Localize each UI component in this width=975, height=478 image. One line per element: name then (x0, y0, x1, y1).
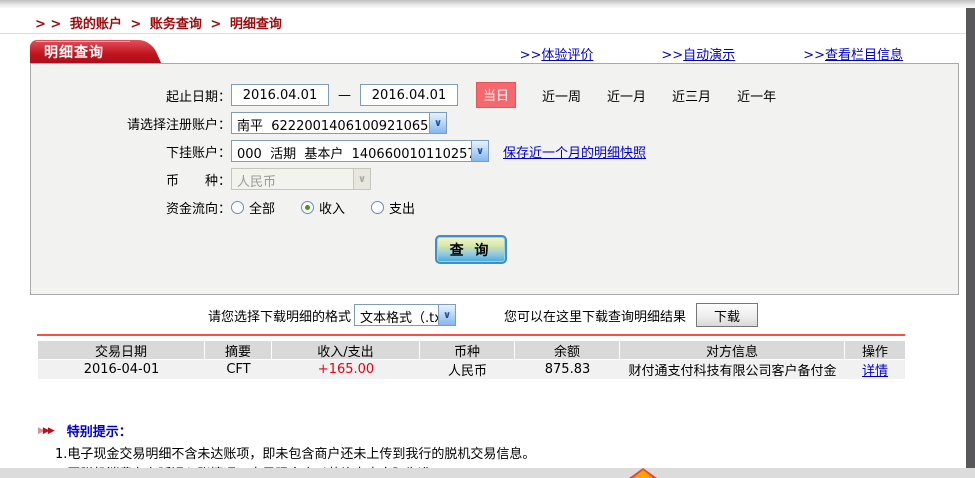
radio-icon (371, 201, 384, 214)
special-notes-header: ▶▶▶ 特别提示： (38, 421, 132, 440)
chevron-down-icon[interactable]: ∨ (471, 141, 488, 161)
window-edge-strip (966, 8, 975, 468)
header-balance: 余额 (515, 341, 620, 359)
link-prefix: >> (803, 48, 825, 63)
fund-flow-radio-all[interactable]: 全部 (231, 198, 275, 217)
breadcrumb-prefix: > > (35, 17, 61, 32)
sub-account-value: 000 活期 基本户 1406600101102571848 (232, 141, 471, 161)
sub-account-select[interactable]: 000 活期 基本户 1406600101102571848 ∨ (231, 140, 489, 162)
link-prefix: >> (520, 48, 542, 63)
last-month-button[interactable]: 近一月 (607, 86, 646, 105)
last-year-button[interactable]: 近一年 (737, 86, 776, 105)
registered-account-value: 南平 6222001406100921065 灵通卡 (232, 113, 429, 133)
download-format-value: 文本格式（.txt） (355, 305, 438, 325)
detail-link[interactable]: 详情 (862, 360, 888, 379)
query-button[interactable]: 查 询 (435, 235, 507, 264)
today-button[interactable]: 当日 (476, 82, 516, 108)
currency-value: 人民币 (232, 169, 353, 189)
link-label: 体验评价 (541, 48, 593, 63)
query-form-panel: 起止日期： — 当日 近一周 近一月 近三月 近一年 请选择注册账户： 南平 6… (30, 63, 959, 295)
results-table: 交易日期 摘要 收入/支出 币种 余额 对方信息 操作 2016-04-01 C… (38, 341, 905, 379)
end-date-input[interactable] (360, 84, 458, 106)
header-action: 操作 (845, 341, 905, 359)
start-date-input[interactable] (231, 84, 329, 106)
window-top-bar (0, 0, 975, 8)
header-amount: 收入/支出 (272, 341, 420, 359)
note-item-1: 1.电子现金交易明细不含未达账项，即未包含商户还未上传到我行的脱机交易信息。 (55, 443, 535, 462)
sub-account-row: 下挂账户： 000 活期 基本户 1406600101102571848 ∨ 保… (31, 140, 958, 162)
fund-flow-radio-expense[interactable]: 支出 (371, 198, 415, 217)
page: > > 我的账户 > 账务查询 > 明细查询 明细查询 >>体验评价 >>自动演… (0, 0, 975, 478)
registered-account-row: 请选择注册账户： 南平 6222001406100921065 灵通卡 ∨ (31, 112, 958, 134)
breadcrumb-item-account-query[interactable]: 账务查询 (150, 17, 202, 32)
last-3-months-button[interactable]: 近三月 (672, 86, 711, 105)
table-top-rule (37, 334, 905, 336)
cell-summary: CFT (205, 360, 272, 379)
triple-arrow-icon: ▶▶▶ (38, 426, 53, 436)
radio-label: 支出 (389, 198, 415, 217)
header-date: 交易日期 (38, 341, 205, 359)
date-separator: — (338, 88, 351, 103)
breadcrumb-item-my-account[interactable]: 我的账户 (70, 17, 122, 32)
link-prefix: >> (661, 48, 683, 63)
download-button[interactable]: 下载 (696, 303, 758, 327)
tab-detail-query: 明细查询 (30, 40, 130, 63)
date-range-label: 起止日期： (31, 86, 231, 105)
breadcrumb: > > 我的账户 > 账务查询 > 明细查询 (35, 13, 286, 32)
sub-account-label: 下挂账户： (31, 142, 231, 161)
tab-title: 明细查询 (30, 40, 130, 63)
query-button-row: 查 询 (31, 235, 958, 264)
radio-icon (301, 201, 314, 214)
link-label: 自动演示 (683, 48, 735, 63)
save-snapshot-link[interactable]: 保存近一个月的明细快照 (503, 142, 646, 161)
experience-feedback-link[interactable]: >>体验评价 (520, 44, 594, 63)
auto-demo-link[interactable]: >>自动演示 (661, 44, 735, 63)
header-counterparty: 对方信息 (620, 341, 845, 359)
header-currency: 币种 (420, 341, 515, 359)
last-week-button[interactable]: 近一周 (542, 86, 581, 105)
breadcrumb-separator: > (130, 17, 141, 32)
table-row: 2016-04-01 CFT +165.00 人民币 875.83 财付通支付科… (38, 360, 905, 379)
header-summary: 摘要 (205, 341, 272, 359)
table-header-row: 交易日期 摘要 收入/支出 币种 余额 对方信息 操作 (38, 341, 905, 359)
download-format-select[interactable]: 文本格式（.txt） ∨ (354, 304, 456, 326)
divider-line (0, 33, 966, 34)
top-links: >>体验评价 >>自动演示 >>查看栏目信息 (520, 44, 903, 63)
chevron-down-icon: ∨ (353, 169, 370, 189)
currency-select-disabled: 人民币 ∨ (231, 168, 371, 190)
breadcrumb-separator: > (210, 17, 221, 32)
fund-flow-label: 资金流向： (31, 198, 231, 217)
fund-flow-row: 资金流向： 全部 收入 支出 (31, 196, 958, 218)
registered-account-label: 请选择注册账户： (31, 114, 231, 133)
special-notes-title: 特别提示： (67, 421, 132, 440)
chevron-down-icon[interactable]: ∨ (429, 113, 446, 133)
radio-icon (231, 201, 244, 214)
download-format-label: 请您选择下载明细的格式 (208, 306, 351, 325)
chevron-down-icon[interactable]: ∨ (438, 305, 455, 325)
currency-label: 币 种： (31, 170, 231, 189)
window-bottom-bar (0, 468, 975, 478)
cutoff-marker-icon-inner (633, 470, 653, 478)
detail-link-cell: 详情 (845, 360, 905, 379)
cell-amount: +165.00 (272, 360, 420, 379)
currency-row: 币 种： 人民币 ∨ (31, 168, 958, 190)
fund-flow-radio-income[interactable]: 收入 (301, 198, 345, 217)
cell-currency: 人民币 (420, 360, 515, 379)
download-row: 请您选择下载明细的格式 文本格式（.txt） ∨ 您可以在这里下载查询明细结果 … (0, 302, 966, 328)
cell-counterparty: 财付通支付科技有限公司客户备付金 (620, 360, 845, 379)
breadcrumb-item-detail-query[interactable]: 明细查询 (230, 17, 282, 32)
radio-label: 收入 (319, 198, 345, 217)
date-range-row: 起止日期： — 当日 近一周 近一月 近三月 近一年 (31, 84, 958, 106)
cell-balance: 875.83 (515, 360, 620, 379)
download-hint: 您可以在这里下载查询明细结果 (504, 306, 686, 325)
view-column-info-link[interactable]: >>查看栏目信息 (803, 44, 903, 63)
link-label: 查看栏目信息 (825, 48, 903, 63)
radio-label: 全部 (249, 198, 275, 217)
registered-account-select[interactable]: 南平 6222001406100921065 灵通卡 ∨ (231, 112, 447, 134)
cell-date: 2016-04-01 (38, 360, 205, 379)
